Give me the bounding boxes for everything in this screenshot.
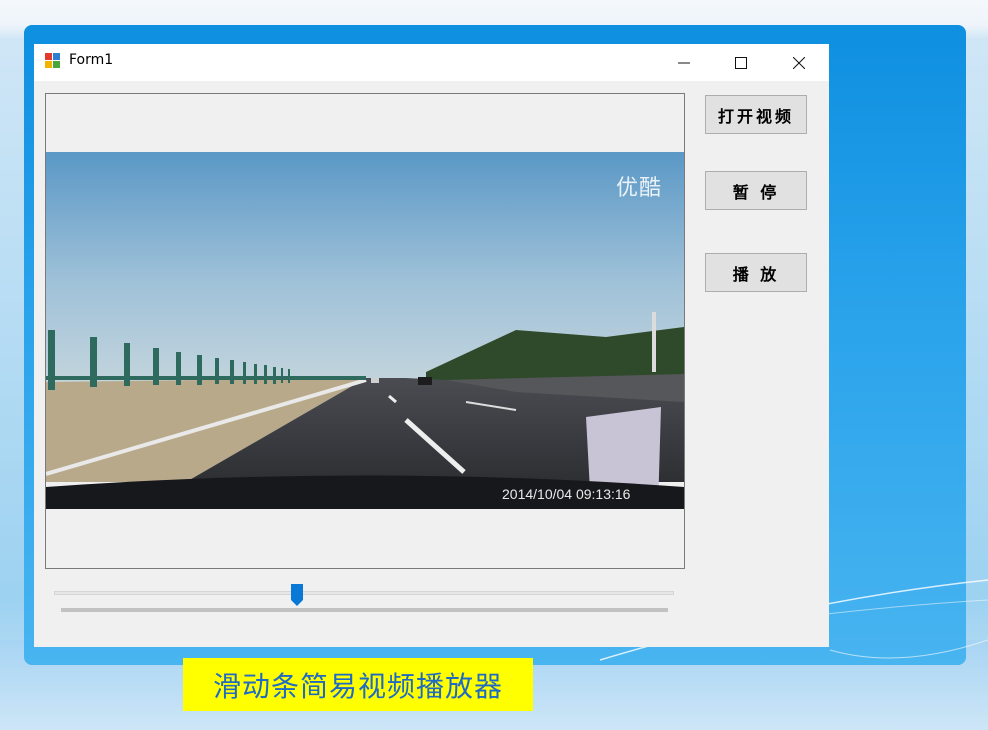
slide-caption: 滑动条简易视频播放器 bbox=[183, 658, 533, 711]
video-picture-box: 优酷 2014/10/04 09:13:16 bbox=[45, 93, 685, 569]
minimize-icon bbox=[678, 62, 690, 63]
form1-window: Form1 优酷 2014/10/04 09:13:16 打开视频 暂 停 播 … bbox=[34, 44, 829, 647]
close-icon bbox=[793, 56, 805, 69]
video-watermark: 优酷 bbox=[615, 176, 662, 201]
trackbar-thumb[interactable] bbox=[291, 584, 303, 606]
open-video-button[interactable]: 打开视频 bbox=[705, 95, 807, 134]
pause-button[interactable]: 暂 停 bbox=[705, 171, 807, 210]
maximize-button[interactable] bbox=[718, 44, 764, 81]
window-title: Form1 bbox=[69, 52, 114, 68]
video-timestamp: 2014/10/04 09:13:16 bbox=[502, 486, 631, 502]
video-frame: 优酷 2014/10/04 09:13:16 bbox=[46, 152, 684, 509]
title-bar[interactable]: Form1 bbox=[34, 44, 829, 81]
app-icon bbox=[45, 53, 60, 68]
minimize-button[interactable] bbox=[661, 44, 707, 81]
video-trackbar[interactable] bbox=[54, 584, 676, 624]
maximize-icon bbox=[735, 56, 747, 69]
close-button[interactable] bbox=[776, 44, 822, 81]
trackbar-channel bbox=[54, 591, 674, 595]
trackbar-ticks bbox=[61, 608, 668, 612]
road-video-image bbox=[46, 152, 684, 509]
play-button[interactable]: 播 放 bbox=[705, 253, 807, 292]
